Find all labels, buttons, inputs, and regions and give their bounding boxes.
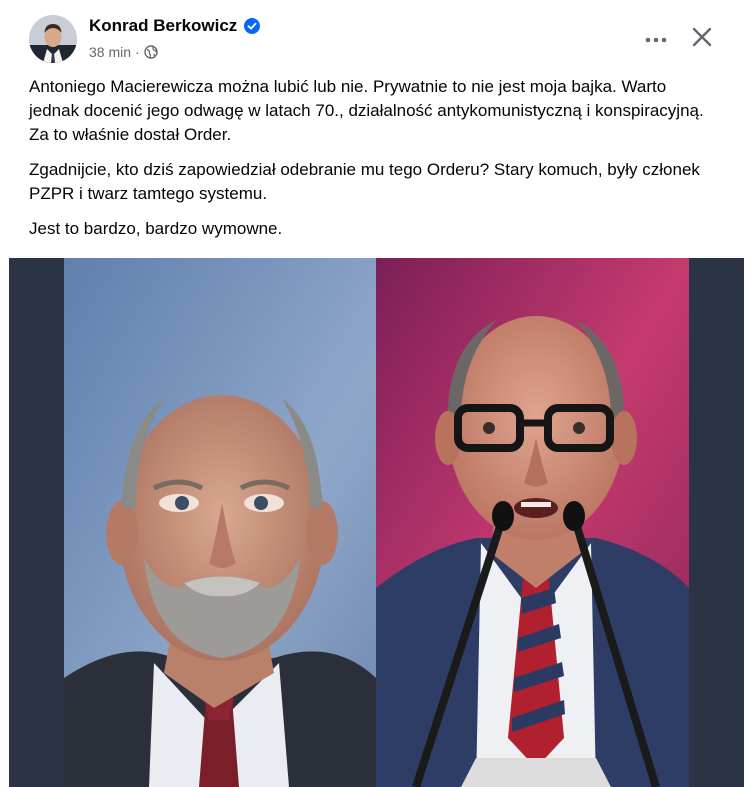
post-image[interactable] (9, 258, 744, 787)
post-paragraph: Zgadnijcie, kto dziś zapowiedział odebra… (29, 160, 700, 203)
post-timestamp[interactable]: 38 min (89, 44, 131, 60)
author-name[interactable]: Konrad Berkowicz (89, 16, 237, 36)
post-paragraph: Antoniego Macierewicza można lubić lub n… (29, 77, 704, 144)
author-avatar[interactable] (29, 15, 77, 63)
close-button[interactable] (686, 23, 718, 55)
meta-separator: · (135, 44, 140, 60)
post-body: Antoniego Macierewicza można lubić lub n… (29, 75, 719, 252)
verified-badge-icon (244, 18, 261, 34)
close-icon (692, 27, 712, 52)
post-meta: 38 min · (89, 42, 158, 62)
photo-left-portrait (64, 258, 376, 787)
post-paragraph: Jest to bardzo, bardzo wymowne. (29, 219, 283, 238)
more-options-icon (645, 30, 667, 48)
more-options-button[interactable] (638, 23, 674, 55)
globe-icon[interactable] (144, 45, 158, 59)
post-header: Konrad Berkowicz 38 min · (0, 0, 753, 70)
facebook-post: Konrad Berkowicz 38 min · Antoniego Maci… (0, 0, 753, 787)
author-line: Konrad Berkowicz (89, 14, 261, 38)
photo-right-portrait (376, 258, 689, 787)
